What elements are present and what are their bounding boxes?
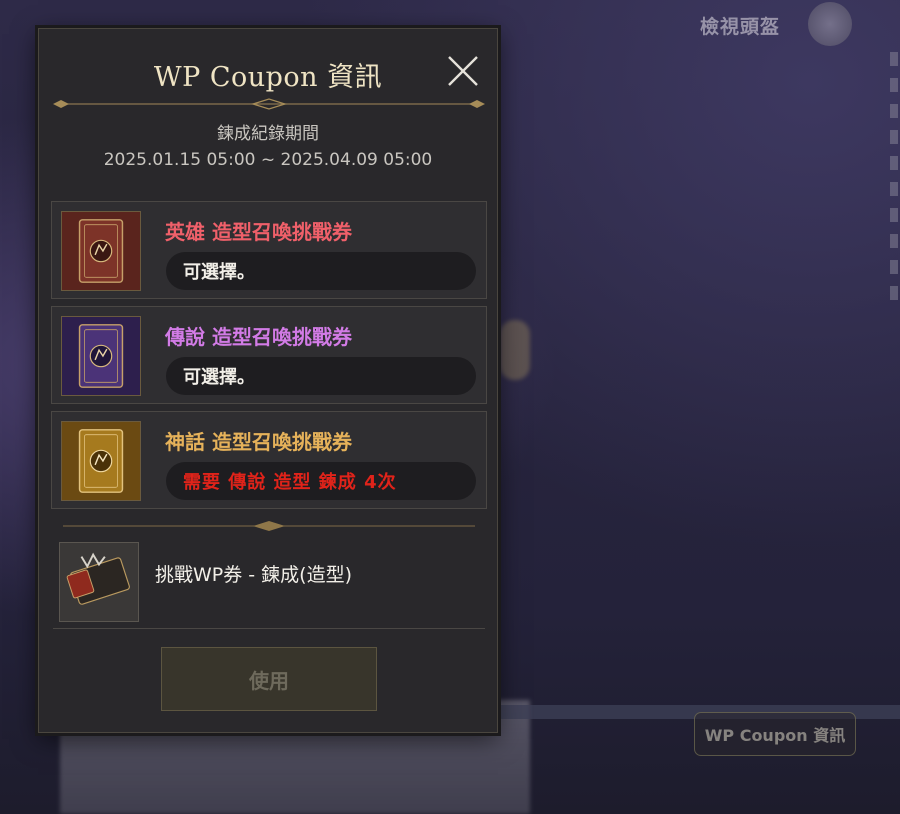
side-menu: [890, 40, 900, 312]
ticket-row-mythic[interactable]: 神話 造型召喚挑戰券 需要 傳說 造型 鍊成 4次: [51, 411, 487, 509]
ticket-row-hero[interactable]: 英雄 造型召喚挑戰券 可選擇。: [51, 201, 487, 299]
coupon-item-name: 挑戰WP券 - 鍊成(造型): [155, 564, 353, 586]
section-divider: [63, 521, 475, 531]
hero-ticket-card-icon: [61, 211, 141, 291]
ticket-row-legendary[interactable]: 傳說 造型召喚挑戰券 可選擇。: [51, 306, 487, 404]
background-ornament: [500, 320, 530, 380]
dialog-title: WP Coupon 資訊: [153, 62, 383, 93]
wp-coupon-dialog: WP Coupon 資訊 鍊成紀錄期間 2025.01.15 05:00 ~ 2…: [38, 28, 498, 733]
ticket-status: 可選擇。: [166, 252, 476, 290]
close-icon: [448, 56, 478, 86]
hud-title: 檢視頭盔: [700, 16, 781, 38]
title-ornament: [53, 98, 485, 110]
wp-coupon-info-button[interactable]: WP Coupon 資訊: [694, 712, 856, 756]
mythic-ticket-card-icon: [61, 421, 141, 501]
ticket-status: 可選擇。: [166, 357, 476, 395]
ticket-requirement: 需要 傳說 造型 鍊成 4次: [166, 462, 476, 500]
period-label: 鍊成紀錄期間: [217, 124, 319, 144]
bottom-divider: [53, 628, 485, 629]
period-range: 2025.01.15 05:00 ~ 2025.04.09 05:00: [103, 150, 433, 170]
ticket-name: 神話 造型召喚挑戰券: [165, 430, 352, 454]
use-button[interactable]: 使用: [161, 647, 377, 711]
close-button[interactable]: [443, 51, 483, 91]
coupon-ticket-icon: [59, 542, 139, 622]
ticket-name: 傳說 造型召喚挑戰券: [165, 325, 352, 349]
ticket-name: 英雄 造型召喚挑戰券: [165, 220, 352, 244]
legendary-ticket-card-icon: [61, 316, 141, 396]
helmet-emblem-icon[interactable]: [808, 2, 852, 46]
coupon-item-row: 挑戰WP券 - 鍊成(造型): [51, 534, 487, 628]
